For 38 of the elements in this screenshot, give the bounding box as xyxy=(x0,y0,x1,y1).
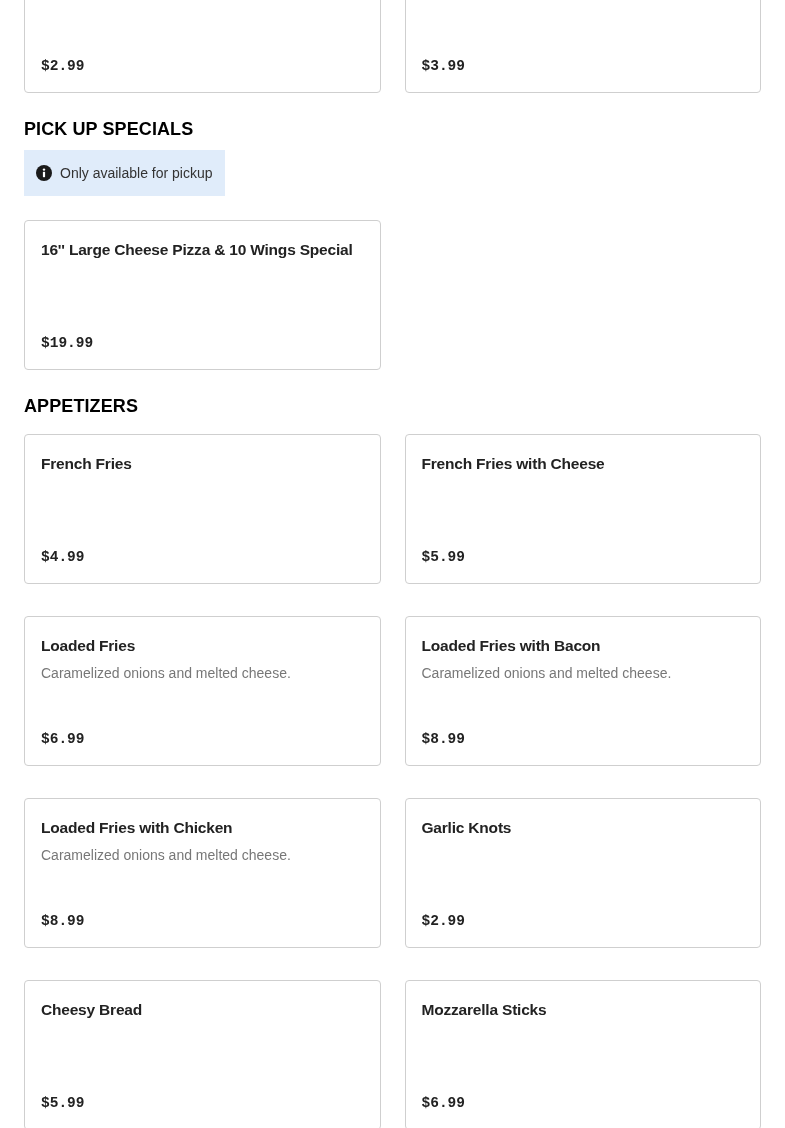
menu-item-card[interactable]: Loaded Fries Caramelized onions and melted cheese. $6.99 xyxy=(24,616,381,766)
item-price: $8.99 xyxy=(41,912,86,931)
item-price: $6.99 xyxy=(41,730,86,749)
section-heading: PICK UP SPECIALS xyxy=(24,118,195,141)
item-name: Mozzarella Sticks xyxy=(421,1000,548,1020)
menu-item-card[interactable]: Cheesy Bread $5.99 xyxy=(24,980,381,1128)
item-name: Loaded Fries xyxy=(41,636,137,656)
menu-item-card[interactable]: Mozzarella Sticks $6.99 xyxy=(404,980,761,1128)
menu-item-card[interactable]: Garlic Knots $2.99 xyxy=(404,798,761,948)
item-price: $2.99 xyxy=(421,912,466,931)
item-price: $5.99 xyxy=(41,1094,86,1113)
item-price: $4.99 xyxy=(41,548,86,567)
item-name: Loaded Fries with Bacon xyxy=(421,636,602,656)
item-price: $3.99 xyxy=(421,57,466,76)
item-name: Cheesy Bread xyxy=(41,1000,143,1020)
menu-item-card[interactable]: French Fries with Cheese $5.99 xyxy=(404,434,761,584)
menu-item-card[interactable]: French Fries $4.99 xyxy=(24,434,381,584)
info-icon xyxy=(36,165,52,181)
item-name: French Fries with Cheese xyxy=(421,454,606,474)
item-price: $5.99 xyxy=(421,548,466,567)
item-price: $2.99 xyxy=(41,57,86,76)
item-description: Caramelized onions and melted cheese. xyxy=(41,846,292,865)
item-price: $8.99 xyxy=(421,730,466,749)
section-heading: APPETIZERS xyxy=(24,395,140,418)
item-name: Garlic Knots xyxy=(421,818,513,838)
item-price: $19.99 xyxy=(41,334,95,353)
item-price: $6.99 xyxy=(421,1094,466,1113)
item-description: Caramelized onions and melted cheese. xyxy=(41,664,292,683)
menu-item-card[interactable]: $3.99 xyxy=(404,0,761,93)
menu-item-card[interactable]: $2.99 xyxy=(24,0,381,93)
menu-item-card[interactable]: Loaded Fries with Bacon Caramelized onions and melted cheese. $8.99 xyxy=(404,616,761,766)
item-description: Caramelized onions and melted cheese. xyxy=(421,664,673,683)
notice-text: Only available for pickup xyxy=(60,165,213,181)
item-name: French Fries xyxy=(41,454,133,474)
menu-item-card[interactable]: Loaded Fries with Chicken Caramelized onions and melted cheese. $8.99 xyxy=(24,798,381,948)
menu-item-card[interactable]: 16'' Large Cheese Pizza & 10 Wings Special $19.99 xyxy=(24,220,381,370)
item-name: 16'' Large Cheese Pizza & 10 Wings Special xyxy=(41,240,354,260)
item-name: Loaded Fries with Chicken xyxy=(41,818,234,838)
